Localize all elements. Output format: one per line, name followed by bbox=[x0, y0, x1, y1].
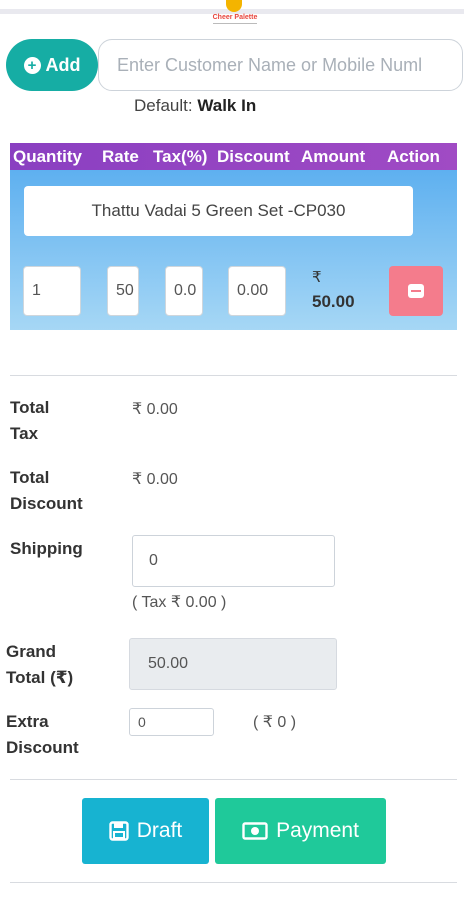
add-customer-button[interactable]: + Add bbox=[6, 39, 98, 91]
grand-total-label: Grand Total (₹) bbox=[6, 642, 74, 687]
shipping-label: Shipping bbox=[10, 539, 83, 558]
total-tax-label: Total Tax bbox=[10, 398, 50, 443]
extra-discount-note: ( ₹ 0 ) bbox=[253, 714, 297, 731]
add-customer-label: Add bbox=[45, 54, 81, 75]
default-customer-prefix: Default: bbox=[134, 96, 193, 115]
minus-icon bbox=[408, 284, 424, 298]
logo-sun-icon bbox=[226, 0, 242, 12]
divider bbox=[10, 882, 457, 883]
money-bill-icon bbox=[242, 822, 268, 840]
brand-logo: Cheer Palette bbox=[205, 0, 265, 26]
divider bbox=[10, 375, 457, 376]
shipping-tax-note: ( Tax ₹ 0.00 ) bbox=[132, 594, 227, 611]
amount-value: 50.00 bbox=[312, 292, 355, 311]
divider bbox=[10, 779, 457, 780]
extra-discount-input[interactable]: 0 bbox=[129, 708, 214, 736]
tax-input[interactable]: 0.0 bbox=[165, 266, 203, 316]
save-icon bbox=[109, 821, 129, 841]
default-customer: Default: Walk In bbox=[134, 96, 256, 116]
customer-search-input[interactable] bbox=[98, 39, 463, 91]
quantity-input[interactable]: 1 bbox=[23, 266, 81, 316]
table-row: Thattu Vadai 5 Green Set -CP030 1 50 0.0… bbox=[10, 170, 457, 330]
plus-circle-icon: + bbox=[23, 56, 41, 74]
header-quantity: Quantity bbox=[13, 147, 82, 166]
extra-discount-label: Extra Discount bbox=[6, 712, 79, 757]
amount-currency: ₹ bbox=[312, 269, 322, 286]
rate-input[interactable]: 50 bbox=[107, 266, 139, 316]
items-table-header: Quantity Rate Tax(%) Discount Amount Act… bbox=[10, 143, 457, 170]
header-amount: Amount bbox=[301, 147, 366, 166]
total-tax-value: ₹ 0.00 bbox=[132, 401, 178, 418]
total-discount-label: Total Discount bbox=[10, 468, 83, 513]
product-name: Thattu Vadai 5 Green Set -CP030 bbox=[24, 186, 413, 236]
draft-label: Draft bbox=[136, 819, 183, 842]
payment-button[interactable]: Payment bbox=[215, 798, 386, 864]
top-bar: Cheer Palette bbox=[0, 0, 464, 30]
header-action: Action bbox=[387, 147, 440, 166]
logo-text: Cheer Palette bbox=[212, 14, 258, 21]
shipping-input[interactable]: 0 bbox=[132, 535, 335, 587]
remove-item-button[interactable] bbox=[389, 266, 443, 316]
header-tax: Tax(%) bbox=[153, 147, 208, 166]
payment-label: Payment bbox=[276, 819, 359, 842]
default-customer-value: Walk In bbox=[197, 96, 257, 115]
header-rate: Rate bbox=[102, 147, 139, 166]
header-discount: Discount bbox=[217, 147, 290, 166]
discount-input[interactable]: 0.00 bbox=[228, 266, 286, 316]
total-discount-value: ₹ 0.00 bbox=[132, 471, 178, 488]
logo-tagline-line bbox=[213, 23, 257, 24]
grand-total-field: 50.00 bbox=[129, 638, 337, 690]
draft-button[interactable]: Draft bbox=[82, 798, 209, 864]
